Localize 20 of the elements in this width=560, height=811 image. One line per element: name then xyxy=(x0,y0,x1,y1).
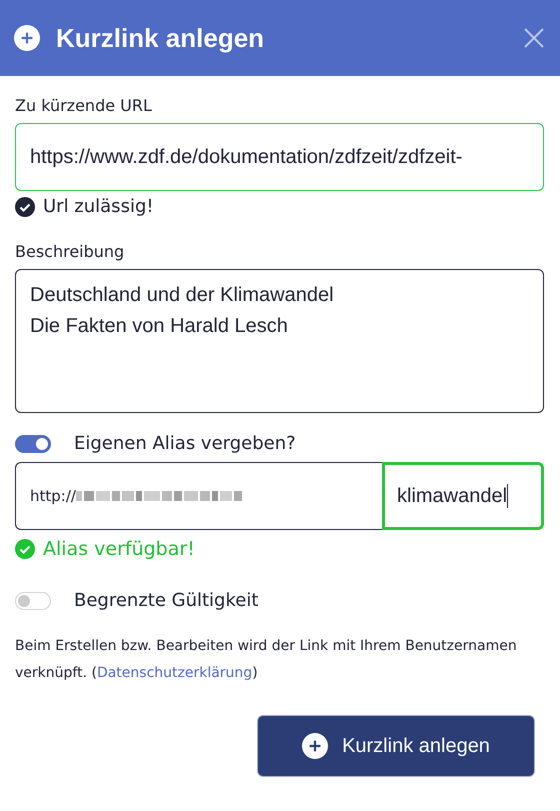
plus-circle-icon xyxy=(302,733,328,759)
create-shortlink-button[interactable]: Kurzlink anlegen xyxy=(257,715,535,777)
description-field[interactable]: Deutschland und der Klimawandel Die Fakten von Harald Lesch xyxy=(15,269,544,413)
availability-message: Alias verfügbar! xyxy=(43,538,195,560)
alias-field[interactable]: klimawandel xyxy=(382,462,544,530)
toggle-switch[interactable] xyxy=(15,434,51,452)
toggle-label: Begrenzte Gültigkeit xyxy=(74,590,258,611)
url-prefix: http:// xyxy=(15,462,382,530)
validation-message: Url zulässig! xyxy=(43,196,154,217)
privacy-notice: Beim Erstellen bzw. Bearbeiten wird der Link mit Ihrem Benutzernamen verknüpft. (Datenschutzerklärung) xyxy=(15,637,518,683)
check-circle-icon xyxy=(15,196,35,216)
dialog-title: Kurzlink anlegen xyxy=(56,22,266,54)
url-field[interactable]: https://www.zdf.de/dokumentation/zdfzeit/zdfzeit- xyxy=(15,123,544,191)
field-label: Beschreibung xyxy=(15,242,124,261)
close-icon[interactable] xyxy=(524,28,544,48)
check-circle-icon xyxy=(15,539,35,559)
toggle-label: Eigenen Alias vergeben? xyxy=(74,433,296,454)
privacy-link[interactable]: Datenschutzerklärung xyxy=(96,665,252,681)
plus-circle-icon xyxy=(14,25,40,51)
field-label: Zu kürzende URL xyxy=(15,96,152,115)
